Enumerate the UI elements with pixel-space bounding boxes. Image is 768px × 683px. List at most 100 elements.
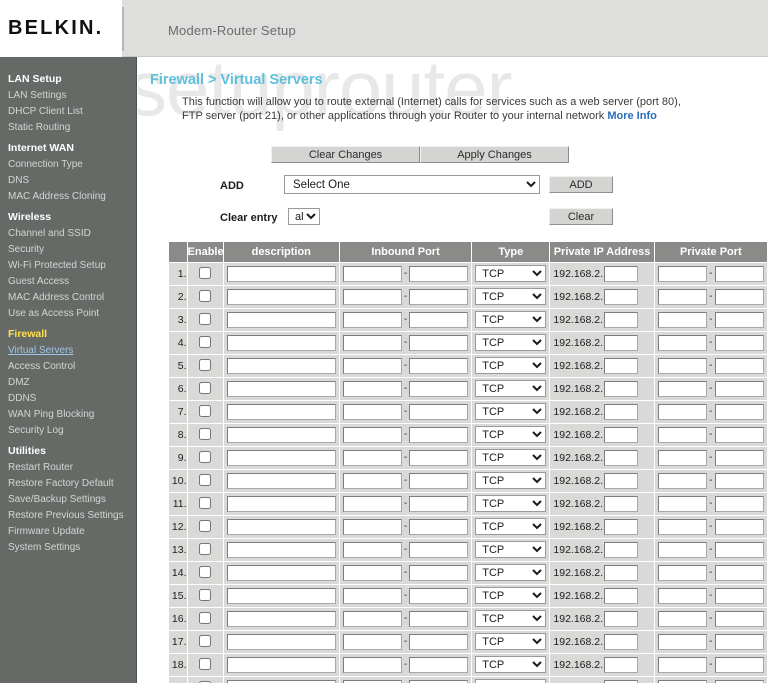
enable-checkbox[interactable] bbox=[199, 497, 212, 510]
description-input[interactable] bbox=[226, 449, 336, 466]
private-port-to-input[interactable] bbox=[714, 426, 764, 443]
inbound-port-from-input[interactable] bbox=[342, 403, 402, 420]
protocol-type-select[interactable]: TCPUDPBOTH bbox=[475, 449, 547, 466]
inbound-port-from-input[interactable] bbox=[342, 334, 402, 351]
sidebar-group-lan-setup[interactable]: LAN Setup bbox=[0, 72, 136, 88]
sidebar-item-save-backup-settings[interactable]: Save/Backup Settings bbox=[0, 492, 136, 508]
private-ip-octet-input[interactable] bbox=[604, 426, 639, 443]
private-port-from-input[interactable] bbox=[657, 656, 708, 673]
sidebar-item-mac-address-cloning[interactable]: MAC Address Cloning bbox=[0, 189, 136, 205]
private-ip-octet-input[interactable] bbox=[604, 564, 639, 581]
description-input[interactable] bbox=[226, 311, 336, 328]
sidebar-item-restore-factory-default[interactable]: Restore Factory Default bbox=[0, 476, 136, 492]
sidebar-item-use-as-access-point[interactable]: Use as Access Point bbox=[0, 306, 136, 322]
private-ip-octet-input[interactable] bbox=[604, 334, 639, 351]
private-port-to-input[interactable] bbox=[714, 334, 764, 351]
private-port-from-input[interactable] bbox=[657, 426, 708, 443]
description-input[interactable] bbox=[226, 633, 336, 650]
sidebar-group-wireless[interactable]: Wireless bbox=[0, 210, 136, 226]
inbound-port-to-input[interactable] bbox=[409, 679, 469, 683]
private-port-from-input[interactable] bbox=[657, 334, 708, 351]
enable-checkbox[interactable] bbox=[199, 635, 212, 648]
protocol-type-select[interactable]: TCPUDPBOTH bbox=[475, 610, 547, 627]
enable-checkbox[interactable] bbox=[199, 658, 212, 671]
inbound-port-from-input[interactable] bbox=[342, 541, 402, 558]
enable-checkbox[interactable] bbox=[199, 520, 212, 533]
enable-checkbox[interactable] bbox=[199, 382, 212, 395]
private-port-from-input[interactable] bbox=[657, 495, 708, 512]
sidebar-item-mac-address-control[interactable]: MAC Address Control bbox=[0, 290, 136, 306]
private-ip-octet-input[interactable] bbox=[604, 679, 639, 683]
inbound-port-from-input[interactable] bbox=[342, 357, 402, 374]
protocol-type-select[interactable]: TCPUDPBOTH bbox=[475, 587, 547, 604]
sidebar-group-firewall[interactable]: Firewall bbox=[0, 327, 136, 343]
sidebar-item-static-routing[interactable]: Static Routing bbox=[0, 120, 136, 136]
description-input[interactable] bbox=[226, 679, 336, 683]
more-info-link[interactable]: More Info bbox=[607, 110, 657, 122]
inbound-port-from-input[interactable] bbox=[342, 449, 402, 466]
private-port-from-input[interactable] bbox=[657, 265, 708, 282]
inbound-port-to-input[interactable] bbox=[409, 311, 469, 328]
inbound-port-from-input[interactable] bbox=[342, 495, 402, 512]
private-port-to-input[interactable] bbox=[714, 288, 764, 305]
inbound-port-from-input[interactable] bbox=[342, 564, 402, 581]
description-input[interactable] bbox=[226, 541, 336, 558]
sidebar-item-wan-ping-blocking[interactable]: WAN Ping Blocking bbox=[0, 407, 136, 423]
protocol-type-select[interactable]: TCPUDPBOTH bbox=[475, 403, 547, 420]
private-ip-octet-input[interactable] bbox=[604, 495, 639, 512]
enable-checkbox[interactable] bbox=[199, 451, 212, 464]
private-port-from-input[interactable] bbox=[657, 403, 708, 420]
enable-checkbox[interactable] bbox=[199, 359, 212, 372]
sidebar-item-lan-settings[interactable]: LAN Settings bbox=[0, 88, 136, 104]
inbound-port-from-input[interactable] bbox=[342, 518, 402, 535]
description-input[interactable] bbox=[226, 610, 336, 627]
sidebar-item-channel-and-ssid[interactable]: Channel and SSID bbox=[0, 226, 136, 242]
sidebar-item-ddns[interactable]: DDNS bbox=[0, 391, 136, 407]
private-ip-octet-input[interactable] bbox=[604, 656, 639, 673]
inbound-port-from-input[interactable] bbox=[342, 610, 402, 627]
clear-entry-select[interactable]: all bbox=[288, 208, 320, 225]
inbound-port-from-input[interactable] bbox=[342, 265, 402, 282]
inbound-port-to-input[interactable] bbox=[409, 610, 469, 627]
protocol-type-select[interactable]: TCPUDPBOTH bbox=[475, 564, 547, 581]
enable-checkbox[interactable] bbox=[199, 474, 212, 487]
clear-changes-button[interactable]: Clear Changes bbox=[271, 146, 420, 163]
enable-checkbox[interactable] bbox=[199, 336, 212, 349]
inbound-port-to-input[interactable] bbox=[409, 403, 469, 420]
description-input[interactable] bbox=[226, 472, 336, 489]
sidebar-item-dhcp-client-list[interactable]: DHCP Client List bbox=[0, 104, 136, 120]
enable-checkbox[interactable] bbox=[199, 612, 212, 625]
private-ip-octet-input[interactable] bbox=[604, 357, 639, 374]
inbound-port-from-input[interactable] bbox=[342, 633, 402, 650]
private-port-to-input[interactable] bbox=[714, 357, 764, 374]
inbound-port-from-input[interactable] bbox=[342, 656, 402, 673]
enable-checkbox[interactable] bbox=[199, 589, 212, 602]
add-button[interactable]: ADD bbox=[549, 176, 613, 193]
protocol-type-select[interactable]: TCPUDPBOTH bbox=[475, 541, 547, 558]
protocol-type-select[interactable]: TCPUDPBOTH bbox=[475, 357, 547, 374]
private-ip-octet-input[interactable] bbox=[604, 288, 639, 305]
sidebar-item-firmware-update[interactable]: Firmware Update bbox=[0, 524, 136, 540]
private-ip-octet-input[interactable] bbox=[604, 633, 639, 650]
inbound-port-from-input[interactable] bbox=[342, 426, 402, 443]
protocol-type-select[interactable]: TCPUDPBOTH bbox=[475, 633, 547, 650]
sidebar-item-security-log[interactable]: Security Log bbox=[0, 423, 136, 439]
private-ip-octet-input[interactable] bbox=[604, 449, 639, 466]
private-port-to-input[interactable] bbox=[714, 587, 764, 604]
private-port-from-input[interactable] bbox=[657, 633, 708, 650]
private-port-to-input[interactable] bbox=[714, 403, 764, 420]
inbound-port-to-input[interactable] bbox=[409, 541, 469, 558]
private-port-to-input[interactable] bbox=[714, 518, 764, 535]
sidebar-group-internet-wan[interactable]: Internet WAN bbox=[0, 141, 136, 157]
sidebar-item-restore-previous-settings[interactable]: Restore Previous Settings bbox=[0, 508, 136, 524]
sidebar-item-dns[interactable]: DNS bbox=[0, 173, 136, 189]
description-input[interactable] bbox=[226, 403, 336, 420]
sidebar-item-wi-fi-protected-setup[interactable]: Wi-Fi Protected Setup bbox=[0, 258, 136, 274]
sidebar-item-access-control[interactable]: Access Control bbox=[0, 359, 136, 375]
private-port-to-input[interactable] bbox=[714, 679, 764, 683]
sidebar-item-system-settings[interactable]: System Settings bbox=[0, 540, 136, 556]
inbound-port-to-input[interactable] bbox=[409, 426, 469, 443]
sidebar-item-virtual-servers[interactable]: Virtual Servers bbox=[0, 343, 136, 359]
clear-button[interactable]: Clear bbox=[549, 208, 613, 225]
inbound-port-from-input[interactable] bbox=[342, 587, 402, 604]
